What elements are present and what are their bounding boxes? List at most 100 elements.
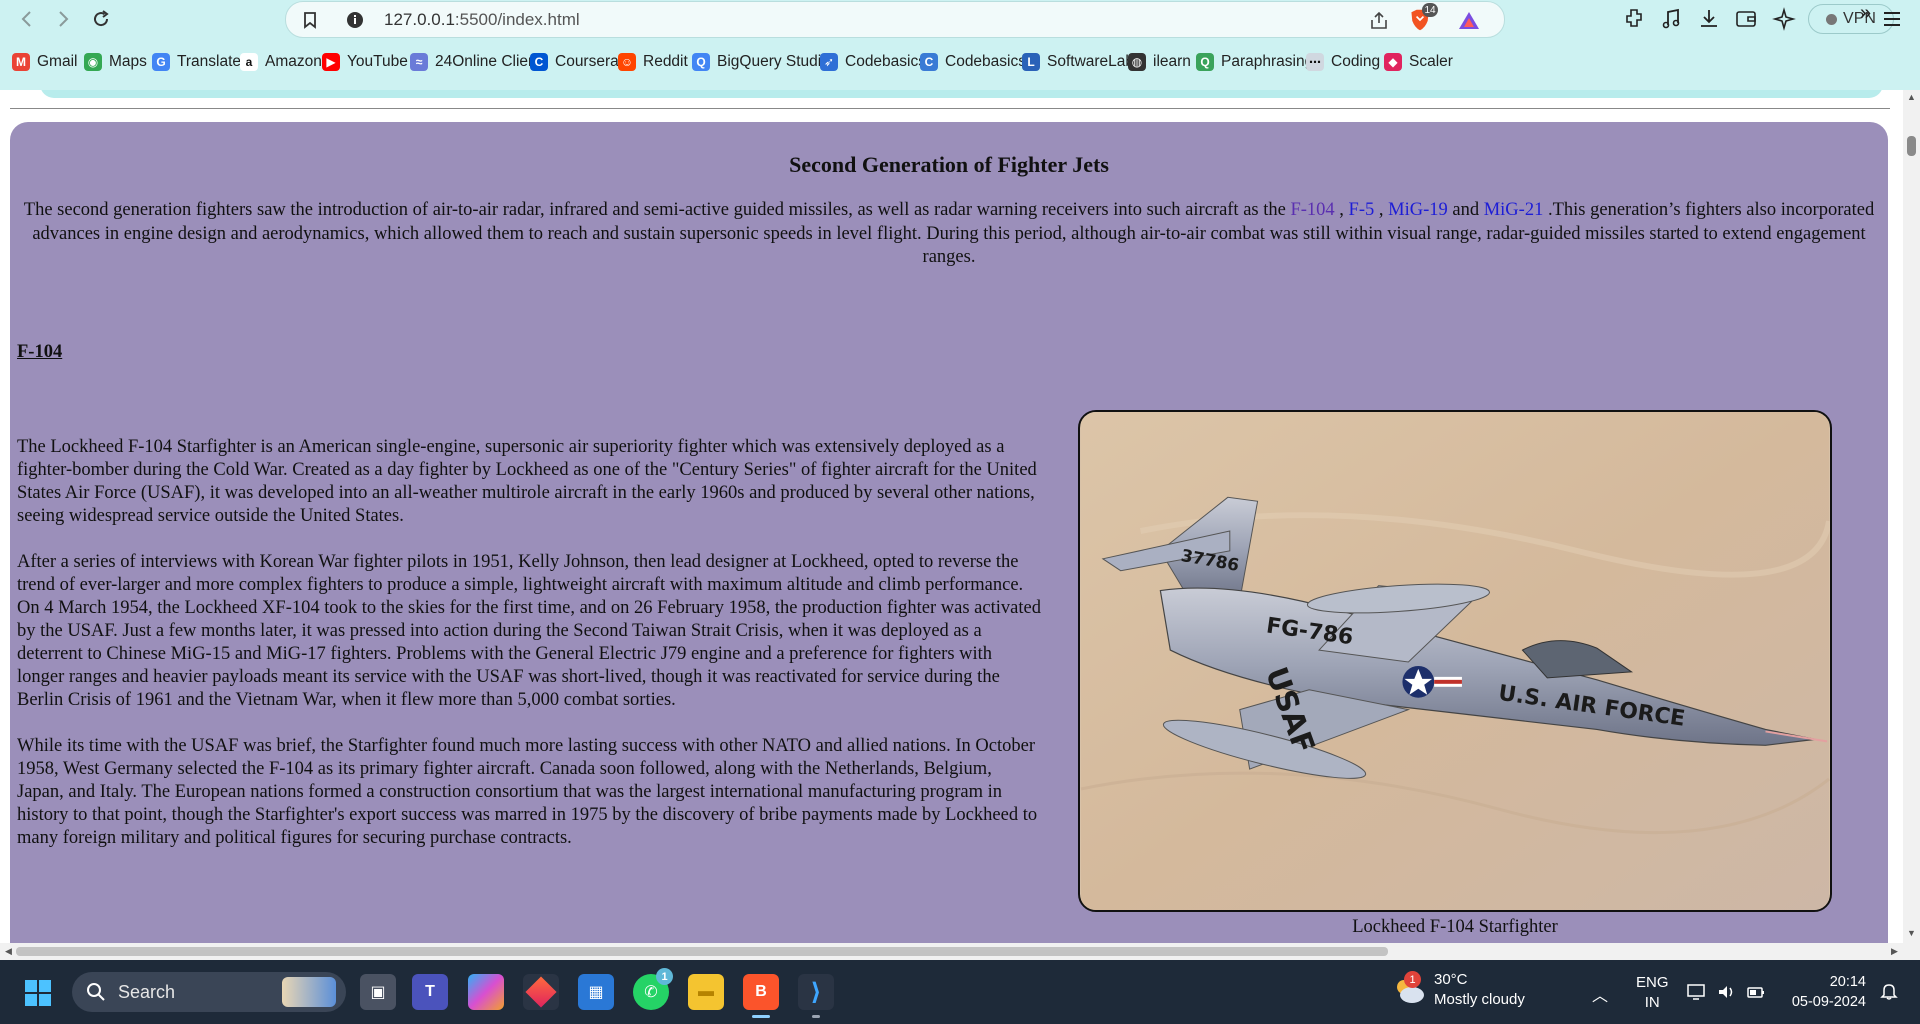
- wallet-icon[interactable]: [1734, 7, 1758, 31]
- photo-caption: Lockheed F-104 Starfighter: [1352, 917, 1558, 937]
- brave-browser-icon[interactable]: B: [743, 974, 779, 1018]
- file-explorer-icon[interactable]: ▬: [688, 974, 724, 1010]
- bookmark-scaler[interactable]: ◆ Scaler: [1384, 48, 1453, 76]
- link-f104[interactable]: F-104: [1290, 200, 1334, 220]
- search-icon: [87, 983, 105, 1001]
- bookmark-coding[interactable]: ⋯ Coding: [1306, 48, 1380, 76]
- bookmark-codebasics[interactable]: C Codebasics: [920, 48, 1026, 76]
- taskbar-search[interactable]: Search: [72, 972, 346, 1012]
- bookmark-bigquery-studio[interactable]: Q BigQuery Studio: [692, 48, 830, 76]
- bookmark-codebasics[interactable]: ➶ Codebasics: [820, 48, 926, 76]
- bookmark-paraphrasing[interactable]: Q Paraphrasing: [1196, 48, 1313, 76]
- f104-heading: F-104: [17, 342, 63, 362]
- bookmark-label: Codebasics: [945, 53, 1026, 70]
- language-indicator[interactable]: ENG IN: [1636, 973, 1669, 1013]
- temperature: 30°C: [1434, 971, 1468, 988]
- translate-icon: G: [152, 53, 170, 71]
- bookmark-maps[interactable]: ◉ Maps: [84, 48, 147, 76]
- bookmark-amazon[interactable]: a Amazon: [240, 48, 322, 76]
- copilot-icon[interactable]: [468, 974, 504, 1010]
- whatsapp-badge: 1: [656, 968, 673, 985]
- task-view-icon[interactable]: ▣: [360, 974, 396, 1010]
- f104-jet-illustration: 37786 FG-786 U.S. AIR FORCE USAF: [1080, 412, 1830, 910]
- brave-rewards-icon[interactable]: [1458, 10, 1480, 32]
- scroll-up-arrow-icon[interactable]: ▲: [1903, 92, 1920, 102]
- bookmark-ilearn[interactable]: ◍ ilearn: [1128, 48, 1191, 76]
- whatsapp-icon[interactable]: ✆ 1: [633, 968, 673, 1010]
- bookmark-label: Paraphrasing: [1221, 53, 1314, 70]
- back-button[interactable]: [12, 4, 42, 34]
- time: 20:14: [1829, 974, 1866, 990]
- 24online-icon: ≈: [410, 53, 428, 71]
- scroll-left-arrow-icon[interactable]: ◀: [0, 946, 17, 957]
- bookmarks-overflow-icon[interactable]: »: [1860, 2, 1871, 25]
- microsoft-store-icon[interactable]: ▦: [578, 974, 614, 1010]
- open-app-indicator: [812, 1015, 820, 1018]
- clock[interactable]: 20:14 05-09-2024: [1786, 972, 1866, 1012]
- bookmark-label: Translate: [177, 53, 242, 70]
- volume-icon[interactable]: [1716, 982, 1736, 1002]
- bookmark-label: BigQuery Studio: [717, 53, 830, 70]
- windows-taskbar: Search ▣ T ▦ ✆ 1 ▬ B ⟩ 1 30°C Mostly clou…: [0, 960, 1920, 1024]
- leo-ai-icon[interactable]: [1772, 7, 1796, 31]
- bookmark-label: Scaler: [1409, 53, 1453, 70]
- date: 05-09-2024: [1791, 994, 1866, 1010]
- extensions-icon[interactable]: [1622, 7, 1646, 31]
- vertical-scroll-thumb[interactable]: [1907, 136, 1916, 156]
- app-diamond-icon[interactable]: [523, 974, 559, 1010]
- link-mig21[interactable]: MiG-21: [1484, 200, 1544, 220]
- globe-icon: ◍: [1128, 53, 1146, 71]
- vertical-scrollbar[interactable]: ▲ ▼: [1903, 90, 1920, 943]
- weather-widget[interactable]: 1 30°C Mostly cloudy: [1392, 970, 1525, 1010]
- active-app-indicator: [752, 1015, 770, 1018]
- bookmark-reddit[interactable]: ☺ Reddit: [618, 48, 688, 76]
- notification-bell-icon[interactable]: [1880, 982, 1898, 1000]
- second-generation-section: Second Generation of Fighter Jets The se…: [10, 122, 1888, 943]
- bookmark-label: Reddit: [643, 53, 688, 70]
- youtube-icon: ▶: [322, 53, 340, 71]
- network-icon[interactable]: [1686, 982, 1706, 1002]
- bookmark-24online-client[interactable]: ≈24Online Client: [410, 48, 541, 76]
- bookmark-coursera[interactable]: C Coursera: [530, 48, 619, 76]
- bookmark-gmail[interactable]: M Gmail: [12, 48, 77, 76]
- reload-icon: [94, 10, 109, 27]
- bookmark-softwarelab[interactable]: L SoftwareLab: [1022, 48, 1134, 76]
- maps-icon: ◉: [84, 53, 102, 71]
- intro-separator: ,: [1374, 200, 1389, 220]
- teams-icon[interactable]: T: [412, 974, 448, 1010]
- battery-icon[interactable]: [1746, 982, 1766, 1002]
- share-icon[interactable]: [1368, 10, 1390, 32]
- forward-button[interactable]: [48, 4, 78, 34]
- f104-paragraph: After a series of interviews with Korean…: [17, 552, 1041, 710]
- music-note-icon[interactable]: [1659, 7, 1683, 31]
- address-bar[interactable]: 127.0.0.1:5500/index.html 14: [285, 1, 1505, 38]
- site-info-icon[interactable]: [346, 11, 364, 29]
- url-host: 127.0.0.1: [384, 10, 455, 29]
- scroll-down-arrow-icon[interactable]: ▼: [1903, 928, 1920, 938]
- menu-icon[interactable]: [1880, 7, 1904, 31]
- bookmark-label: 24Online Client: [435, 53, 541, 70]
- vscode-icon[interactable]: ⟩: [798, 974, 834, 1018]
- bookmark-label: ilearn: [1153, 53, 1191, 70]
- url-text[interactable]: 127.0.0.1:5500/index.html: [384, 10, 580, 30]
- reload-button[interactable]: [86, 4, 116, 34]
- previous-section-edge: [40, 90, 1883, 98]
- search-highlight-icon: [282, 977, 336, 1007]
- windows-start-icon[interactable]: [25, 980, 51, 1006]
- scroll-right-arrow-icon[interactable]: ▶: [1886, 946, 1903, 957]
- horizontal-scrollbar[interactable]: ◀ ▶: [0, 943, 1903, 960]
- bookmark-label: Codebasics: [845, 53, 926, 70]
- download-icon[interactable]: [1697, 7, 1721, 31]
- search-label: Search: [118, 981, 176, 1002]
- bookmark-translate[interactable]: G Translate: [152, 48, 241, 76]
- bookmark-icon[interactable]: [300, 10, 320, 30]
- link-mig19[interactable]: MiG-19: [1388, 200, 1448, 220]
- bookmark-label: SoftwareLab: [1047, 53, 1135, 70]
- link-f5[interactable]: F-5: [1349, 200, 1375, 220]
- paraphrasing-icon: Q: [1196, 53, 1214, 71]
- horizontal-scroll-thumb[interactable]: [16, 947, 1388, 956]
- bookmark-youtube[interactable]: ▶ YouTube: [322, 48, 408, 76]
- brave-shields-button[interactable]: 14: [1408, 3, 1438, 35]
- chevron-up-icon[interactable]: ︿: [1592, 982, 1608, 1006]
- weather-description: Mostly cloudy: [1434, 991, 1525, 1008]
